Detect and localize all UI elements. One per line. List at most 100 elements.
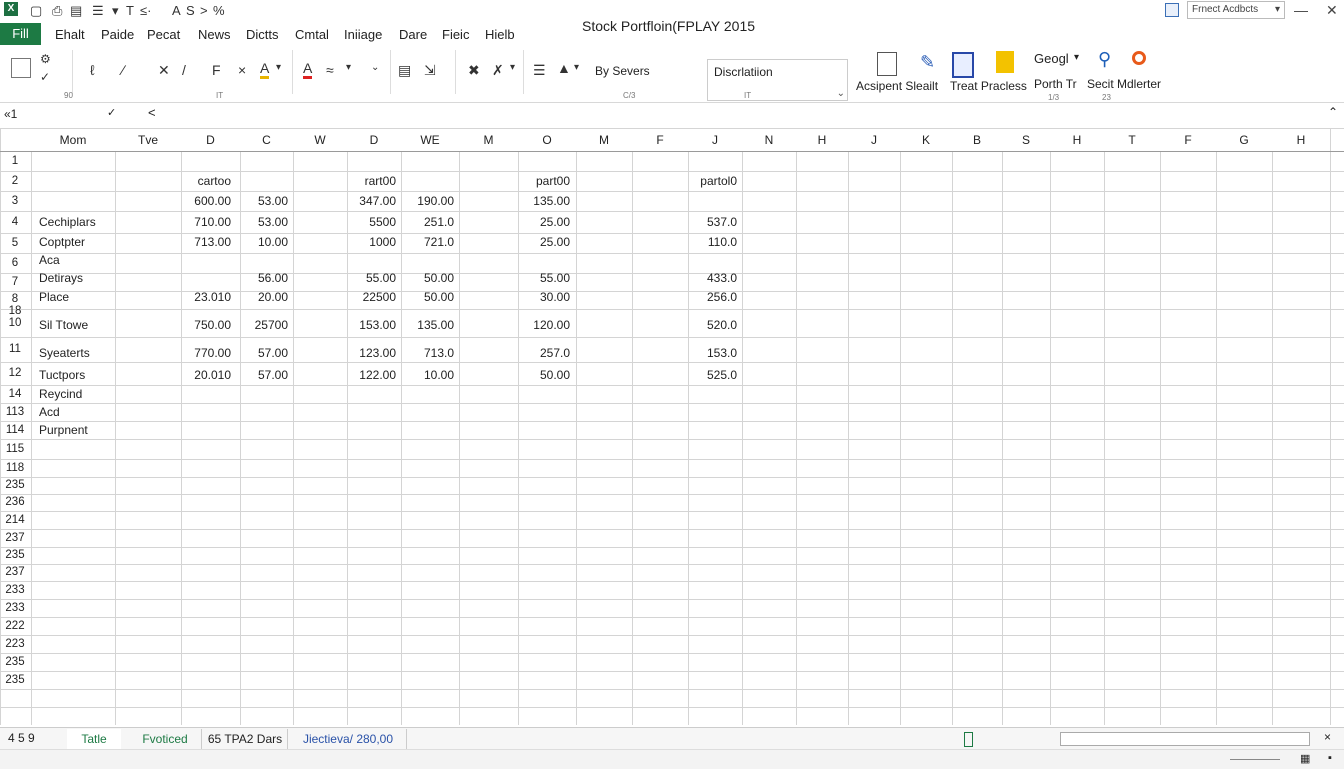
group-header-cell[interactable]: part00 bbox=[536, 174, 570, 188]
row-header[interactable]: 10 bbox=[0, 309, 30, 337]
menu-icon[interactable]: ☰ bbox=[92, 3, 104, 19]
column-header[interactable]: H bbox=[796, 129, 848, 151]
quick-access-a[interactable]: A bbox=[172, 3, 181, 18]
sheet-tab-fvoticed[interactable]: Fvoticed bbox=[129, 729, 202, 749]
account-box[interactable]: Frnect Acdbcts ▾ bbox=[1187, 1, 1285, 19]
form-icon[interactable] bbox=[952, 52, 974, 78]
fill-icon[interactable]: ▲ bbox=[557, 60, 571, 76]
row-header[interactable]: 118 bbox=[0, 459, 30, 477]
circle-icon[interactable] bbox=[1132, 51, 1146, 65]
menu-item-dare[interactable]: Dare bbox=[399, 27, 427, 42]
clear-icon[interactable]: × bbox=[238, 62, 246, 78]
data-cell[interactable]: 30.00 bbox=[540, 290, 570, 304]
row-header[interactable]: 11 bbox=[0, 337, 30, 362]
data-cell[interactable]: 50.00 bbox=[540, 368, 570, 382]
row-header[interactable]: 115 bbox=[0, 439, 30, 459]
dropdown-icon[interactable]: ▾ bbox=[112, 3, 119, 19]
sheet-tab-tatle[interactable]: Tatle bbox=[67, 729, 121, 751]
document-icon[interactable] bbox=[877, 52, 897, 76]
data-cell[interactable]: 710.00 bbox=[194, 215, 231, 229]
save-icon[interactable]: ▢ bbox=[30, 3, 42, 19]
data-cell[interactable]: 770.00 bbox=[194, 346, 231, 360]
row-header[interactable]: 7 bbox=[0, 273, 30, 291]
row-name-cell[interactable]: Syeaterts bbox=[39, 346, 90, 360]
quick-access-undo[interactable]: ≤· bbox=[140, 3, 151, 18]
sort-icon[interactable]: ≈ bbox=[326, 62, 334, 78]
google-label[interactable]: Geogl bbox=[1034, 51, 1069, 66]
row-header[interactable]: 235 bbox=[0, 547, 30, 564]
data-cell[interactable]: 1000 bbox=[369, 235, 396, 249]
data-cell[interactable]: 600.00 bbox=[194, 194, 231, 208]
data-cell[interactable]: 22500 bbox=[363, 290, 396, 304]
row-header[interactable]: 237 bbox=[0, 564, 30, 581]
menu-item-news[interactable]: News bbox=[198, 27, 231, 42]
row-name-cell[interactable]: Acd bbox=[39, 405, 60, 419]
chevron-down-icon[interactable]: ▾ bbox=[346, 62, 351, 73]
menu-item-cmtal[interactable]: Cmtal bbox=[295, 27, 329, 42]
list-icon[interactable]: ☰ bbox=[533, 62, 546, 79]
data-cell[interactable]: 256.0 bbox=[707, 290, 737, 304]
row-header[interactable]: 233 bbox=[0, 599, 30, 617]
row-name-cell[interactable]: Coptpter bbox=[39, 235, 85, 249]
pencil-icon[interactable]: ✎ bbox=[920, 52, 935, 73]
restore-icon[interactable] bbox=[1165, 3, 1179, 17]
window-icon[interactable]: ▤ bbox=[70, 3, 82, 19]
column-header[interactable]: T bbox=[1104, 129, 1160, 151]
column-header[interactable]: F bbox=[1160, 129, 1216, 151]
add-sheet-icon[interactable]: × bbox=[1324, 730, 1331, 744]
formula-input[interactable]: < bbox=[148, 105, 156, 120]
horizontal-scrollbar[interactable] bbox=[1060, 732, 1310, 746]
data-cell[interactable]: 721.0 bbox=[424, 235, 454, 249]
align-icon[interactable]: ▤ bbox=[398, 62, 411, 79]
data-cell[interactable]: 10.00 bbox=[258, 235, 288, 249]
row-name-cell[interactable]: Detirays bbox=[39, 271, 83, 285]
name-box[interactable]: «1 bbox=[4, 107, 17, 121]
page-layout-icon[interactable]: ▦ bbox=[1300, 752, 1310, 765]
data-cell[interactable]: 57.00 bbox=[258, 368, 288, 382]
row-name-cell[interactable]: Sil Ttowe bbox=[39, 318, 88, 332]
chevron-down-icon[interactable]: ▾ bbox=[574, 62, 579, 73]
column-header[interactable]: J bbox=[848, 129, 900, 151]
column-header[interactable]: B bbox=[952, 129, 1002, 151]
data-cell[interactable]: 25.00 bbox=[540, 235, 570, 249]
secit-button[interactable]: Secit Mdlerter bbox=[1087, 77, 1161, 91]
column-header[interactable]: H bbox=[1050, 129, 1104, 151]
row-header[interactable]: 235 bbox=[0, 671, 30, 689]
quick-access-percent[interactable]: % bbox=[213, 3, 225, 18]
data-cell[interactable]: 713.0 bbox=[424, 346, 454, 360]
column-header[interactable]: C bbox=[240, 129, 293, 151]
data-cell[interactable]: 135.00 bbox=[533, 194, 570, 208]
data-cell[interactable]: 25.00 bbox=[540, 215, 570, 229]
chevron-down-icon[interactable]: ⌄ bbox=[371, 62, 379, 73]
font-color-icon[interactable]: A bbox=[303, 60, 313, 79]
file-tab[interactable]: Fill bbox=[0, 23, 41, 45]
column-header[interactable]: H bbox=[1272, 129, 1330, 151]
paint-icon[interactable]: ✓ bbox=[40, 70, 50, 84]
row-header[interactable]: 5 bbox=[0, 233, 30, 253]
data-cell[interactable]: 251.0 bbox=[424, 215, 454, 229]
row-header[interactable]: 235 bbox=[0, 653, 30, 671]
clipboard-icon[interactable] bbox=[11, 58, 31, 78]
row-header[interactable]: 223 bbox=[0, 635, 30, 653]
data-cell[interactable]: 520.0 bbox=[707, 318, 737, 332]
group-header-cell[interactable]: cartoo bbox=[198, 174, 231, 188]
row-header[interactable]: 8 18 bbox=[0, 291, 30, 317]
row-header[interactable]: 1 bbox=[0, 151, 30, 171]
zoom-in-icon[interactable]: ▪ bbox=[1328, 752, 1332, 764]
data-cell[interactable]: 57.00 bbox=[258, 346, 288, 360]
group-header-cell[interactable]: partol0 bbox=[700, 174, 737, 188]
chevron-down-icon[interactable]: ▾ bbox=[1074, 52, 1079, 63]
row-name-cell[interactable]: Reycind bbox=[39, 387, 82, 401]
data-cell[interactable]: 123.00 bbox=[359, 346, 396, 360]
chevron-down-icon[interactable]: ▾ bbox=[276, 62, 281, 73]
highlight-icon[interactable]: A bbox=[260, 60, 270, 79]
sheet-nav[interactable]: 4 5 9 bbox=[8, 731, 35, 745]
print-icon[interactable]: ⎙ bbox=[52, 3, 62, 19]
column-header[interactable]: D bbox=[347, 129, 401, 151]
data-cell[interactable]: 20.010 bbox=[194, 368, 231, 382]
row-header[interactable]: 2 bbox=[0, 171, 30, 191]
data-cell[interactable]: 153.0 bbox=[707, 346, 737, 360]
data-cell[interactable]: 120.00 bbox=[533, 318, 570, 332]
search-icon[interactable]: ⚲ bbox=[1098, 49, 1111, 70]
row-header[interactable]: 4 bbox=[0, 211, 30, 233]
